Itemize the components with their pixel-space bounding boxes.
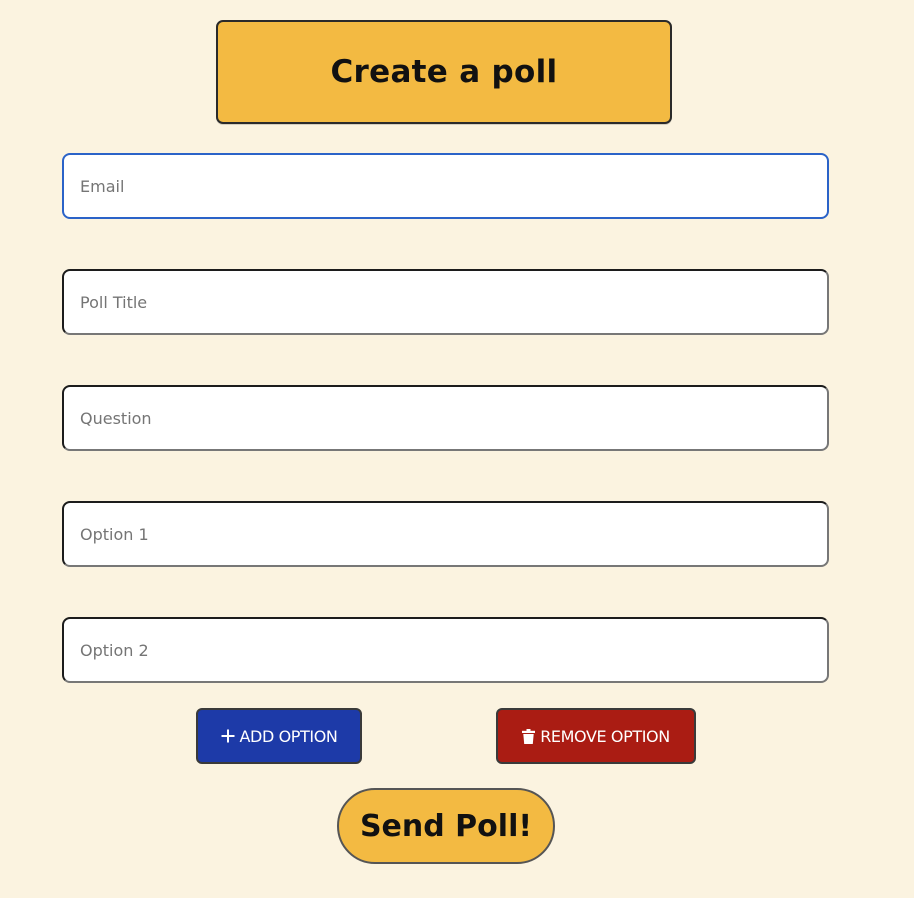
send-poll-label: Send Poll! [359,808,533,844]
add-option-label: ADD OPTION [239,726,338,746]
poll-title-field[interactable] [62,269,829,335]
email-field[interactable] [62,153,829,219]
add-option-button[interactable]: ADD OPTION [196,708,362,764]
trash-icon [522,728,536,744]
send-poll-button[interactable]: Send Poll! [337,788,555,864]
plus-icon [221,729,235,743]
remove-option-button[interactable]: REMOVE OPTION [496,708,696,764]
remove-option-label: REMOVE OPTION [540,726,670,746]
page-title: Create a poll [330,54,558,90]
question-field[interactable] [62,385,829,451]
option-1-field[interactable] [62,501,829,567]
page-header: Create a poll [216,20,672,124]
option-2-field[interactable] [62,617,829,683]
